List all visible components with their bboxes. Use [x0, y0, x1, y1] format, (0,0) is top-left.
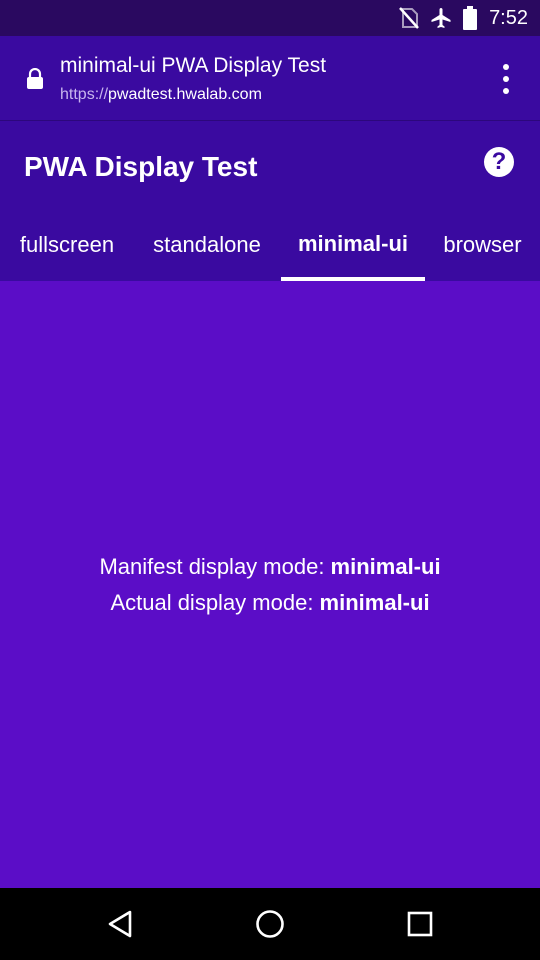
actual-mode-value: minimal-ui: [319, 589, 430, 615]
tab-browser[interactable]: browser: [425, 209, 540, 281]
lock-icon[interactable]: [26, 67, 44, 95]
manifest-mode-line: Manifest display mode: minimal-ui: [99, 549, 440, 585]
status-time: 7:52: [489, 6, 528, 29]
back-icon[interactable]: [102, 906, 138, 942]
tab-fullscreen[interactable]: fullscreen: [0, 209, 134, 281]
browser-page-title[interactable]: minimal-ui PWA Display Test: [60, 54, 326, 78]
actual-mode-label: Actual display mode:: [110, 589, 320, 615]
system-nav-bar: [0, 888, 540, 960]
manifest-mode-value: minimal-ui: [330, 553, 441, 579]
status-bar: 7:52: [0, 0, 540, 36]
airplane-mode-icon: [429, 0, 453, 36]
overflow-menu-icon[interactable]: [494, 64, 518, 94]
display-mode-tabs: fullscreen standalone minimal-ui browser: [0, 209, 540, 281]
main-content: Manifest display mode: minimal-ui Actual…: [0, 281, 540, 888]
tab-standalone[interactable]: standalone: [134, 209, 280, 281]
battery-icon: [463, 0, 478, 36]
url-scheme: https://: [60, 86, 109, 103]
recents-icon[interactable]: [402, 906, 438, 942]
url-host: pwadtest.hwalab.com: [108, 86, 262, 103]
home-icon[interactable]: [252, 906, 288, 942]
url-display[interactable]: https://pwadtest.hwalab.com: [60, 86, 262, 104]
manifest-mode-label: Manifest display mode:: [99, 553, 331, 579]
tab-minimal-ui[interactable]: minimal-ui: [281, 209, 425, 281]
actual-mode-line: Actual display mode: minimal-ui: [110, 585, 429, 621]
help-icon[interactable]: ?: [484, 147, 514, 177]
browser-toolbar: minimal-ui PWA Display Test https://pwad…: [0, 36, 540, 121]
app-title: PWA Display Test: [24, 151, 258, 182]
app-bar: PWA Display Test ? fullscreen standalone…: [0, 121, 540, 281]
no-sim-icon: [399, 0, 419, 36]
